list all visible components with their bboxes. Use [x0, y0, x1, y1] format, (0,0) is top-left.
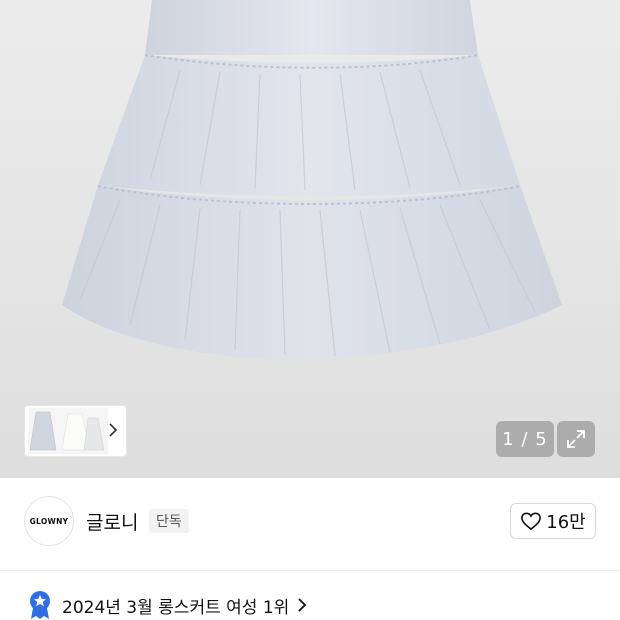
chevron-right-icon[interactable] [108, 422, 118, 438]
like-count: 16만 [546, 512, 586, 533]
brand-row: GLOWNY 글로니 단독 16만 [0, 478, 620, 570]
expand-button[interactable] [557, 421, 595, 457]
ranking-medal-icon [30, 591, 50, 619]
image-counter: 1 / 5 [496, 421, 554, 457]
chevron-right-icon [298, 598, 307, 612]
expand-icon [567, 430, 585, 448]
brand-logo[interactable]: GLOWNY [24, 496, 74, 546]
thumbnail-images[interactable] [28, 408, 108, 454]
exclusive-badge: 단독 [149, 509, 189, 533]
ranking-text: 2024년 3월 롱스커트 여성 1위 [62, 597, 290, 618]
like-button[interactable]: 16만 [510, 503, 596, 539]
heart-outline-icon [521, 512, 542, 531]
thumbnail-strip[interactable] [24, 405, 127, 457]
brand-name[interactable]: 글로니 [86, 508, 138, 535]
section-divider [0, 570, 620, 571]
product-image-gallery[interactable]: 1 / 5 [0, 0, 620, 478]
ranking-link[interactable]: 2024년 3월 롱스커트 여성 1위 [28, 590, 307, 620]
